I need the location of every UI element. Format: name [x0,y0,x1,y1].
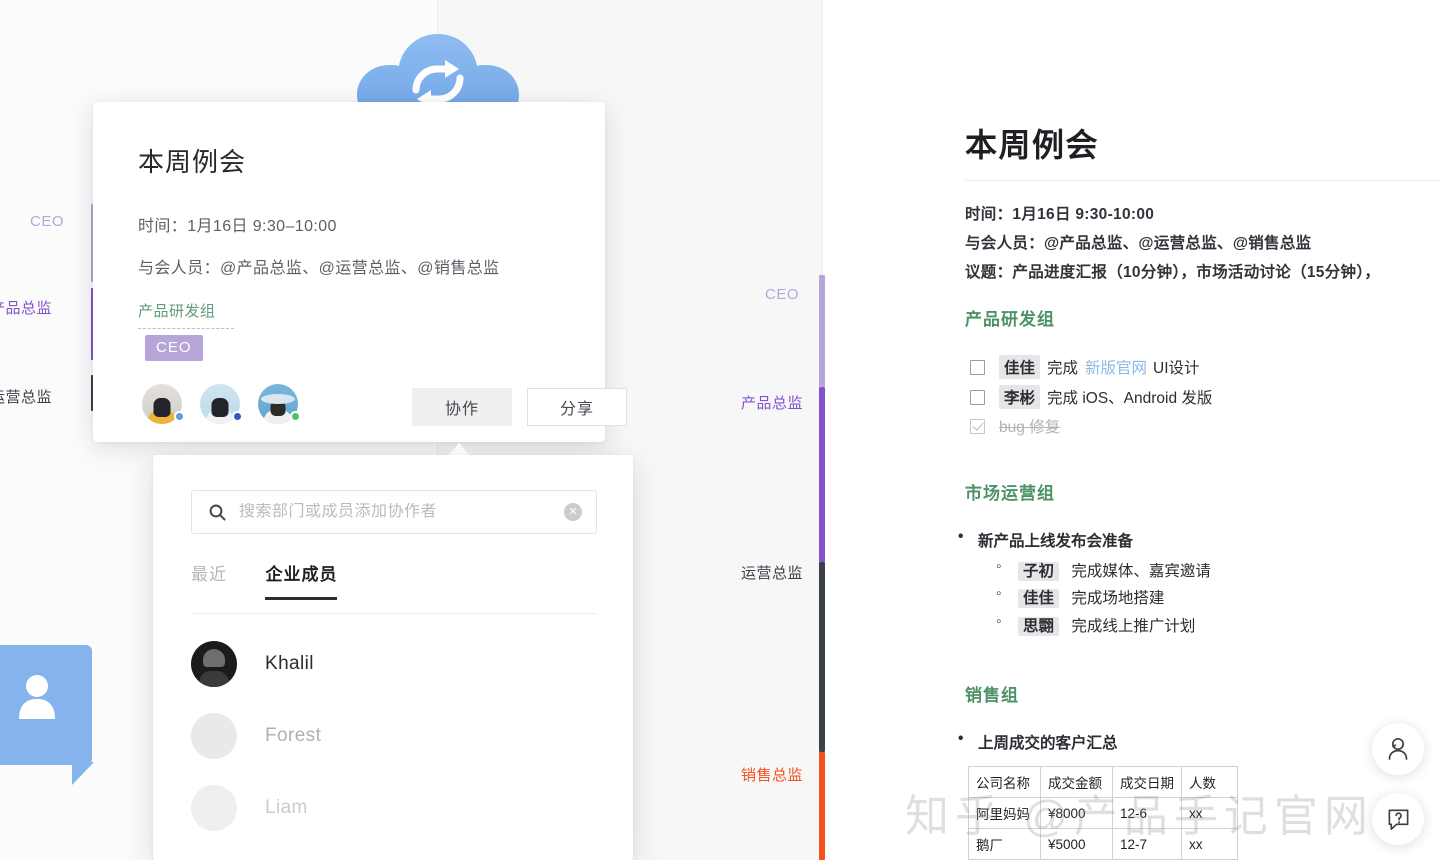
role-label-right-ceo: CEO [765,286,799,303]
todo-text: 完成 [1047,356,1078,378]
card-attendees-line: 与会人员：@产品总监、@运营总监、@销售总监 [138,254,500,278]
sub-bullet-item: 佳佳 完成场地搭建 [1018,586,1164,608]
role-label-right-ops: 运营总监 [741,562,803,583]
table-cell[interactable]: xx [1182,829,1238,860]
document-title: 本周例会 [965,120,1099,166]
card-title: 本周例会 [138,142,246,179]
help-question-fab[interactable] [1372,793,1424,845]
table-header-cell: 成交日期 [1113,767,1182,798]
tabs-divider [191,613,597,614]
document-meta-time: 时间：1月16日 9:30-10:00 [965,202,1154,224]
avatar [191,641,237,687]
role-label-right-product: 产品总监 [741,392,803,413]
bullet-item: 上周成交的客户汇总 [978,731,1118,753]
list-item-label: Liam [265,797,308,819]
document-meta-agenda: 议题：产品进度汇报（10分钟），市场活动讨论（15分钟）， [965,260,1380,282]
table-cell[interactable]: 12-6 [1113,798,1182,829]
help-chat-icon [1386,807,1411,832]
tab-recent[interactable]: 最近 [191,560,227,599]
table-cell[interactable]: 12-7 [1113,829,1182,860]
todo-link[interactable]: 新版官网 [1085,356,1147,378]
todo-item[interactable]: bug 修复 [970,415,1060,437]
todo-text: bug 修复 [999,415,1060,437]
table-cell[interactable]: ¥5000 [1041,829,1113,860]
todo-item[interactable]: 佳佳 完成 新版官网 UI设计 [970,355,1200,379]
role-bar-right-ops [819,562,825,752]
collaborator-popup: ✕ 最近 企业成员 Khalil Forest Liam [153,455,633,860]
avatar-placeholder [191,785,237,831]
sales-table: 公司名称 成交金额 成交日期 人数 阿里妈妈 ¥8000 12-6 xx 鹅厂 … [968,766,1238,860]
search-icon [208,503,227,522]
sub-bullet-text: 完成媒体、嘉宾邀请 [1071,563,1211,580]
table-row: 鹅厂 ¥5000 12-7 xx [969,829,1238,860]
support-agent-fab[interactable] [1372,723,1424,775]
member-tabs: 最近 企业成员 [191,560,597,599]
support-agent-icon [1385,736,1411,762]
sub-bullet-item: 思翾 完成线上推广计划 [1018,614,1195,636]
search-box[interactable]: ✕ [191,490,597,534]
share-button[interactable]: 分享 [527,388,627,426]
checkbox-unchecked-icon[interactable] [970,390,985,405]
app-root: CEO 产品总监 运营总监 CEO 产品总监 运营总监 销售总监 [0,0,1440,860]
checkbox-checked-icon[interactable] [970,419,985,434]
todo-item[interactable]: 李彬 完成 iOS、Android 发版 [970,385,1212,409]
sub-bullet-text: 完成场地搭建 [1071,590,1164,607]
todo-text: 完成 iOS、Android 发版 [1047,386,1212,408]
collab-button[interactable]: 协作 [412,388,512,426]
mention-chip[interactable]: 李彬 [999,385,1040,409]
role-label-left-ceo: CEO [30,213,64,230]
role-bar-right-ceo [819,275,825,387]
list-item[interactable]: Khalil [191,641,314,687]
card-group-label: 产品研发组 [138,300,216,321]
section-heading-product: 产品研发组 [965,305,1055,330]
user-comment-bubble[interactable] [0,645,92,765]
bullet-item: 新产品上线发布会准备 [978,529,1133,551]
card-role-chip: CEO [145,335,203,361]
mention-chip[interactable]: 佳佳 [999,355,1040,379]
table-header-cell: 公司名称 [969,767,1041,798]
table-row: 阿里妈妈 ¥8000 12-6 xx [969,798,1238,829]
status-dot [290,411,301,422]
table-cell[interactable]: xx [1182,798,1238,829]
role-bar-right-sales [819,752,825,860]
section-heading-marketing: 市场运营组 [965,479,1055,504]
clear-icon[interactable]: ✕ [564,503,582,521]
role-label-left-product: 产品总监 [0,297,52,318]
search-input[interactable] [239,503,564,521]
table-header-row: 公司名称 成交金额 成交日期 人数 [969,767,1238,798]
table-cell[interactable]: ¥8000 [1041,798,1113,829]
card-dashed-rule [138,328,234,329]
table-header-cell: 成交金额 [1041,767,1113,798]
document-title-rule [965,180,1440,181]
table-header-cell: 人数 [1182,767,1238,798]
status-dot [174,411,185,422]
document-pane [822,0,1440,860]
list-item[interactable]: Liam [191,785,308,831]
card-time-line: 时间：1月16日 9:30–10:00 [138,212,337,236]
checkbox-unchecked-icon[interactable] [970,360,985,375]
table-cell[interactable]: 阿里妈妈 [969,798,1041,829]
list-item-label: Khalil [265,653,314,675]
role-label-right-sales: 销售总监 [741,764,803,785]
table-cell[interactable]: 鹅厂 [969,829,1041,860]
sub-bullet-text: 完成线上推广计划 [1071,618,1195,635]
document-meta-attendees: 与会人员：@产品总监、@运营总监、@销售总监 [965,231,1311,253]
user-icon [16,673,58,719]
role-label-left-ops: 运营总监 [0,386,52,407]
section-heading-sales: 销售组 [965,681,1019,706]
role-bar-right-product [819,387,825,562]
list-item[interactable]: Forest [191,713,321,759]
status-dot [232,411,243,422]
sub-bullet-item: 子初 完成媒体、嘉宾邀请 [1018,559,1211,581]
todo-text-tail: UI设计 [1153,356,1200,378]
avatar-placeholder [191,713,237,759]
tab-enterprise[interactable]: 企业成员 [265,560,337,599]
mention-chip[interactable]: 子初 [1018,562,1059,581]
mention-chip[interactable]: 佳佳 [1018,589,1059,608]
mention-chip[interactable]: 思翾 [1018,617,1059,636]
list-item-label: Forest [265,725,321,747]
